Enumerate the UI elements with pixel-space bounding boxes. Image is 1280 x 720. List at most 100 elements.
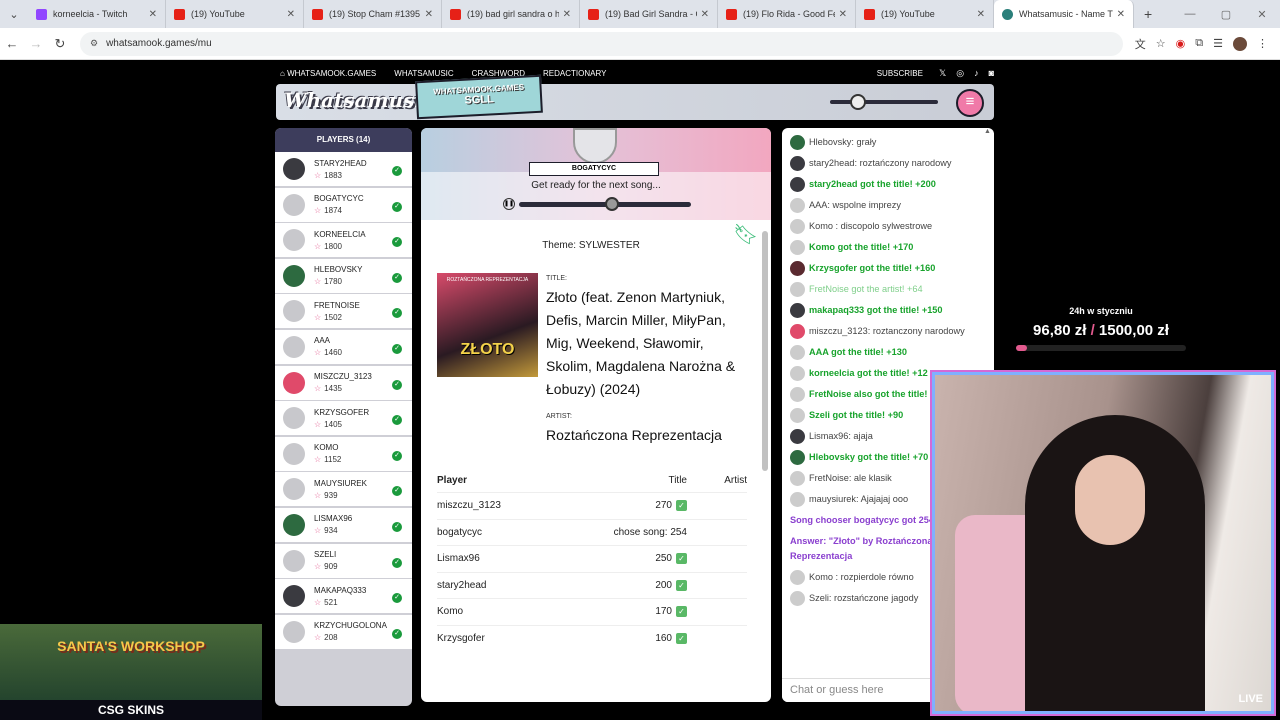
tab-close-icon[interactable]: ✕ bbox=[149, 9, 157, 20]
tab-search-icon[interactable]: ⌄ bbox=[0, 8, 28, 21]
tab-close-icon[interactable]: ✕ bbox=[425, 9, 433, 20]
check-icon: ✓ bbox=[392, 593, 402, 604]
player-row[interactable]: KORNEELCIA ☆ 1800 ✓ bbox=[275, 223, 412, 258]
browser-tab[interactable]: Whatsamusic - Name Th ✕ bbox=[994, 0, 1134, 28]
star-icon: ☆ bbox=[314, 348, 322, 358]
player-row[interactable]: MAUYSIUREK ☆ 939 ✓ bbox=[275, 472, 412, 507]
player-row[interactable]: MAKAPAQ333 ☆ 521 ✓ bbox=[275, 579, 412, 614]
player-name: LISMAX96 bbox=[314, 514, 353, 524]
address-bar-row: ← → ↻ ⚙ whatsamook.games/mu 文 ☆ ◉ ⧉ ☰ ⋮ bbox=[0, 28, 1280, 60]
discord-icon[interactable]: ◙ bbox=[989, 68, 994, 78]
chat-text: Krzysgofer got the title! +160 bbox=[809, 263, 936, 273]
nav-home-label: WHATSAMOOK.GAMES bbox=[287, 68, 377, 78]
profile-avatar[interactable] bbox=[1233, 36, 1247, 51]
tab-close-icon[interactable]: ✕ bbox=[977, 9, 985, 20]
player-name: AAA bbox=[314, 336, 331, 346]
volume-knob[interactable] bbox=[850, 94, 866, 110]
minimize-icon[interactable]: — bbox=[1172, 8, 1208, 20]
center-scrollbar[interactable] bbox=[762, 223, 768, 693]
tab-close-icon[interactable]: ✕ bbox=[701, 9, 709, 20]
pause-icon[interactable]: ❚❚ bbox=[503, 198, 515, 210]
site-info-icon[interactable]: ⚙ bbox=[90, 38, 98, 49]
player-avatar bbox=[283, 335, 305, 358]
player-row[interactable]: KRZYCHUGOLONA ☆ 208 ✓ bbox=[275, 614, 412, 649]
forward-icon[interactable]: → bbox=[24, 36, 48, 51]
translate-icon[interactable]: 文 bbox=[1135, 36, 1146, 52]
close-window-icon[interactable]: ✕ bbox=[1244, 8, 1280, 21]
back-icon[interactable]: ← bbox=[0, 36, 24, 51]
player-row[interactable]: AAA ☆ 1460 ✓ bbox=[275, 329, 412, 364]
nav-redactionary-link[interactable]: REDACTIONARY bbox=[543, 69, 606, 78]
chat-text: Komo got the title! +170 bbox=[809, 242, 914, 252]
url-field[interactable]: ⚙ whatsamook.games/mu bbox=[80, 31, 1123, 56]
player-name: BOGATYCYC bbox=[314, 194, 364, 204]
player-score: 1405 bbox=[324, 419, 342, 429]
player-row[interactable]: HLEBOVSKY ☆ 1780 ✓ bbox=[275, 258, 412, 293]
result-title: 250 bbox=[655, 553, 672, 565]
reading-list-icon[interactable]: ☰ bbox=[1213, 37, 1223, 50]
song-progress-bar[interactable] bbox=[519, 197, 691, 211]
player-row[interactable]: BOGATYCYC ☆ 1874 ✓ bbox=[275, 187, 412, 222]
tab-title: Whatsamusic - Name Th bbox=[1019, 9, 1113, 19]
new-tab-icon[interactable]: + bbox=[1144, 6, 1152, 22]
tab-close-icon[interactable]: ✕ bbox=[839, 9, 847, 20]
theme-label: Theme: SYLWESTER bbox=[542, 240, 640, 251]
tab-close-icon[interactable]: ✕ bbox=[287, 9, 295, 20]
browser-tab[interactable]: (19) YouTube ✕ bbox=[856, 0, 994, 28]
tab-close-icon[interactable]: ✕ bbox=[563, 9, 571, 20]
browser-menu-icon[interactable]: ⋮ bbox=[1257, 37, 1268, 50]
player-row[interactable]: MISZCZU_3123 ☆ 1435 ✓ bbox=[275, 365, 412, 400]
browser-tab[interactable]: (19) Bad Girl Sandra - O H ✕ bbox=[580, 0, 718, 28]
hamburger-menu-icon[interactable]: ≡ bbox=[956, 89, 984, 117]
chat-message: Hlebovsky: grały bbox=[782, 132, 994, 153]
status-text: Get ready for the next song... bbox=[531, 180, 661, 191]
reload-icon[interactable]: ↻ bbox=[48, 36, 72, 52]
scrollbar-thumb[interactable] bbox=[762, 231, 768, 471]
progress-knob[interactable] bbox=[605, 197, 619, 211]
player-row[interactable]: KOMO ☆ 1152 ✓ bbox=[275, 436, 412, 471]
chat-avatar bbox=[790, 156, 805, 171]
player-row[interactable]: STARY2HEAD ☆ 1883 ✓ bbox=[275, 152, 412, 186]
browser-tab[interactable]: korneelcia - Twitch ✕ bbox=[28, 0, 166, 28]
player-avatar bbox=[283, 193, 305, 216]
player-row[interactable]: KRZYSGOFER ☆ 1405 ✓ bbox=[275, 401, 412, 436]
browser-tab[interactable]: (19) Stop Cham #1395 - N ✕ bbox=[304, 0, 442, 28]
maximize-icon[interactable]: ▢ bbox=[1208, 8, 1244, 21]
chat-avatar bbox=[790, 429, 805, 444]
site-logo[interactable]: Whatsamusic bbox=[284, 88, 434, 112]
player-row[interactable]: FRETNOISE ☆ 1502 ✓ bbox=[275, 294, 412, 329]
instagram-icon[interactable]: ◎ bbox=[956, 68, 964, 79]
twitter-icon[interactable]: 𝕏 bbox=[939, 68, 946, 79]
player-avatar bbox=[283, 442, 305, 465]
album-cover: ROZTAŃCZONA REPREZENTACJA ZŁOTO bbox=[437, 273, 538, 377]
extensions-puzzle-icon[interactable]: ⧉ bbox=[1195, 37, 1203, 50]
player-row[interactable]: SZELI ☆ 909 ✓ bbox=[275, 543, 412, 578]
player-score: 934 bbox=[324, 526, 338, 536]
check-mark-icon: ✓ bbox=[676, 632, 687, 644]
browser-tab[interactable]: (19) YouTube ✕ bbox=[166, 0, 304, 28]
donation-goal: 24h w styczniu 96,80 zł / 1500,00 zł bbox=[1016, 306, 1186, 351]
volume-slider[interactable] bbox=[830, 94, 938, 110]
tiktok-icon[interactable]: ♪ bbox=[974, 68, 979, 78]
subscribe-link[interactable]: SUBSCRIBE bbox=[877, 69, 923, 78]
chat-message: stary2head got the title! +200 bbox=[782, 174, 994, 195]
browser-tab[interactable]: (19) Flo Rida - Good Feeli ✕ bbox=[718, 0, 856, 28]
check-icon: ✓ bbox=[392, 272, 402, 283]
table-row: bogatycyc chose song: 254 bbox=[437, 518, 747, 546]
bookmark-star-icon[interactable]: ☆ bbox=[1156, 37, 1166, 50]
chat-text: Hlebovsky: grały bbox=[809, 137, 877, 147]
star-icon: ☆ bbox=[314, 562, 322, 572]
chat-scroll-up-icon[interactable]: ▲ bbox=[984, 128, 992, 138]
player-avatar bbox=[283, 513, 305, 536]
nav-whatsamusic-link[interactable]: WHATSAMUSIC bbox=[394, 69, 453, 78]
tab-title: (19) Bad Girl Sandra - O H bbox=[605, 9, 697, 19]
player-row[interactable]: LISMAX96 ☆ 934 ✓ bbox=[275, 507, 412, 542]
extension-icon[interactable]: ◉ bbox=[1176, 37, 1186, 50]
player-name: HLEBOVSKY bbox=[314, 265, 363, 275]
tab-close-icon[interactable]: ✕ bbox=[1117, 9, 1125, 20]
browser-tab[interactable]: (19) bad girl sandra o hey ✕ bbox=[442, 0, 580, 28]
nav-home-link[interactable]: ⌂ WHATSAMOOK.GAMES bbox=[280, 69, 376, 78]
game-panel: BOGATYCYC Get ready for the next song...… bbox=[421, 128, 771, 702]
player-score: 1780 bbox=[324, 277, 342, 287]
result-player: Komo bbox=[437, 606, 464, 618]
